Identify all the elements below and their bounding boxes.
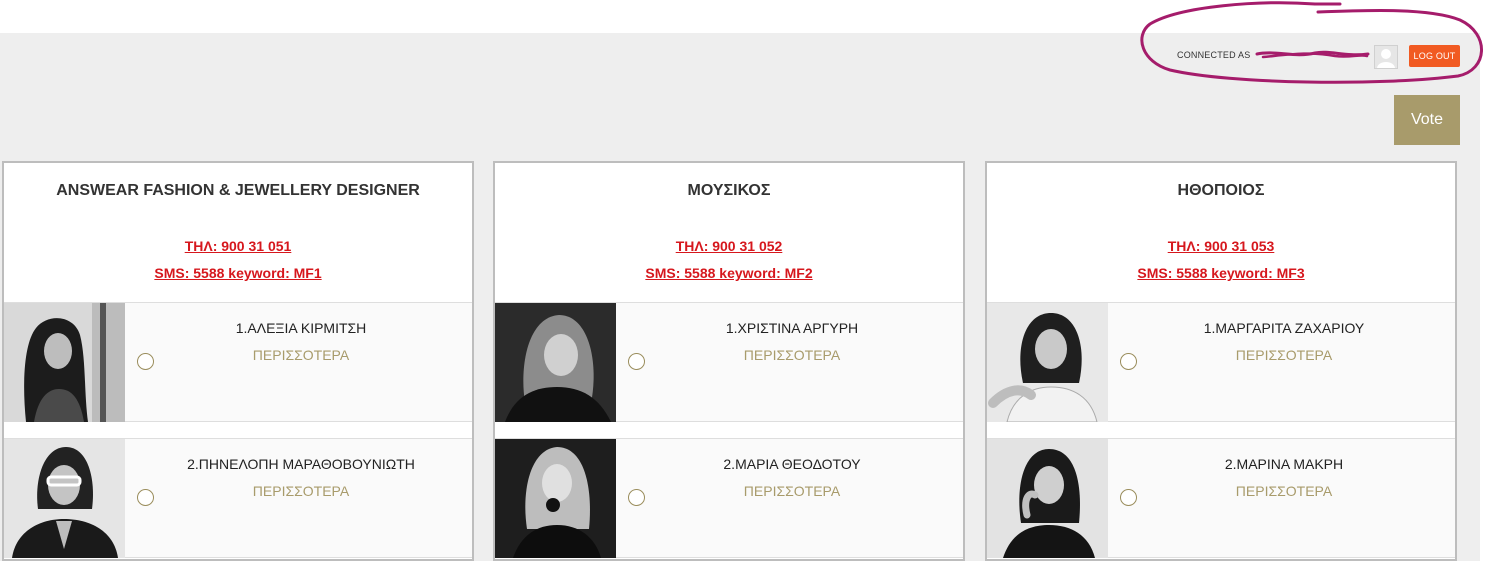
candidate-name: 2.ΜΑΡΙΝΑ ΜΑΚΡΗ — [1224, 456, 1344, 472]
candidate-photo — [987, 439, 1108, 558]
candidate-photo — [495, 439, 616, 558]
redaction-scribble — [1255, 50, 1370, 59]
candidate-row: 1.ΜΑΡΓΑΡΙΤΑ ΖΑΧΑΡΙΟΥ ΠΕΡΙΣΣΟΤΕΡΑ — [987, 302, 1455, 422]
category-phone-link[interactable]: ΤΗΛ: 900 31 052 — [495, 238, 963, 254]
category-phone-link[interactable]: ΤΗΛ: 900 31 051 — [4, 238, 472, 254]
candidate-row: 1.ΑΛΕΞΙΑ ΚΙΡΜΙΤΣΗ ΠΕΡΙΣΣΟΤΕΡΑ — [4, 302, 472, 422]
category-sms-link[interactable]: SMS: 5588 keyword: MF3 — [987, 265, 1455, 281]
category-card: ΗΘΟΠΟΙΟΣ ΤΗΛ: 900 31 053 SMS: 5588 keywo… — [985, 161, 1457, 561]
category-sms-link[interactable]: SMS: 5588 keyword: MF1 — [4, 265, 472, 281]
more-link[interactable]: ΠΕΡΙΣΣΟΤΕΡΑ — [1111, 347, 1455, 363]
more-link[interactable]: ΠΕΡΙΣΣΟΤΕΡΑ — [619, 483, 963, 499]
more-link[interactable]: ΠΕΡΙΣΣΟΤΕΡΑ — [128, 483, 472, 499]
more-link[interactable]: ΠΕΡΙΣΣΟΤΕΡΑ — [128, 347, 472, 363]
category-card: ΜΟΥΣΙΚΟΣ ΤΗΛ: 900 31 052 SMS: 5588 keywo… — [493, 161, 965, 561]
more-link[interactable]: ΠΕΡΙΣΣΟΤΕΡΑ — [619, 347, 963, 363]
category-phone-link[interactable]: ΤΗΛ: 900 31 053 — [987, 238, 1455, 254]
vote-button[interactable]: Vote — [1394, 95, 1460, 145]
candidate-name: 1.ΜΑΡΓΑΡΙΤΑ ΖΑΧΑΡΙΟΥ — [1203, 320, 1365, 336]
user-placeholder-icon — [1377, 49, 1395, 68]
avatar[interactable] — [1374, 45, 1398, 69]
candidate-photo — [987, 303, 1108, 422]
candidate-name: 1.ΑΛΕΞΙΑ ΚΙΡΜΙΤΣΗ — [235, 320, 367, 336]
candidate-row: 2.ΜΑΡΙΑ ΘΕΟΔΟΤΟΥ ΠΕΡΙΣΣΟΤΕΡΑ — [495, 438, 963, 558]
logout-button[interactable]: LOG OUT — [1409, 45, 1460, 67]
candidate-row: 2.ΠΗΝΕΛΟΠΗ ΜΑΡΑΘΟΒΟΥΝΙΩΤΗ ΠΕΡΙΣΣΟΤΕΡΑ — [4, 438, 472, 558]
more-link[interactable]: ΠΕΡΙΣΣΟΤΕΡΑ — [1111, 483, 1455, 499]
candidate-name: 2.ΠΗΝΕΛΟΠΗ ΜΑΡΑΘΟΒΟΥΝΙΩΤΗ — [187, 456, 415, 472]
connected-as-label: CONNECTED AS — [1177, 50, 1251, 60]
scrollbar[interactable] — [1480, 33, 1487, 561]
category-card: ANSWEAR FASHION & JEWELLERY DESIGNER ΤΗΛ… — [2, 161, 474, 561]
candidate-name: 1.ΧΡΙΣΤΙΝΑ ΑΡΓΥΡΗ — [725, 320, 859, 336]
category-title: ΜΟΥΣΙΚΟΣ — [687, 182, 771, 199]
candidate-row: 2.ΜΑΡΙΝΑ ΜΑΚΡΗ ΠΕΡΙΣΣΟΤΕΡΑ — [987, 438, 1455, 558]
candidate-photo — [495, 303, 616, 422]
category-sms-link[interactable]: SMS: 5588 keyword: MF2 — [495, 265, 963, 281]
category-title: ΗΘΟΠΟΙΟΣ — [1177, 182, 1265, 199]
category-title: ANSWEAR FASHION & JEWELLERY DESIGNER — [56, 182, 420, 199]
user-bar: CONNECTED AS LOG OUT — [1140, 0, 1485, 90]
candidate-name: 2.ΜΑΡΙΑ ΘΕΟΔΟΤΟΥ — [723, 456, 861, 472]
candidate-photo — [4, 439, 125, 558]
candidate-row: 1.ΧΡΙΣΤΙΝΑ ΑΡΓΥΡΗ ΠΕΡΙΣΣΟΤΕΡΑ — [495, 302, 963, 422]
candidate-photo — [4, 303, 125, 422]
